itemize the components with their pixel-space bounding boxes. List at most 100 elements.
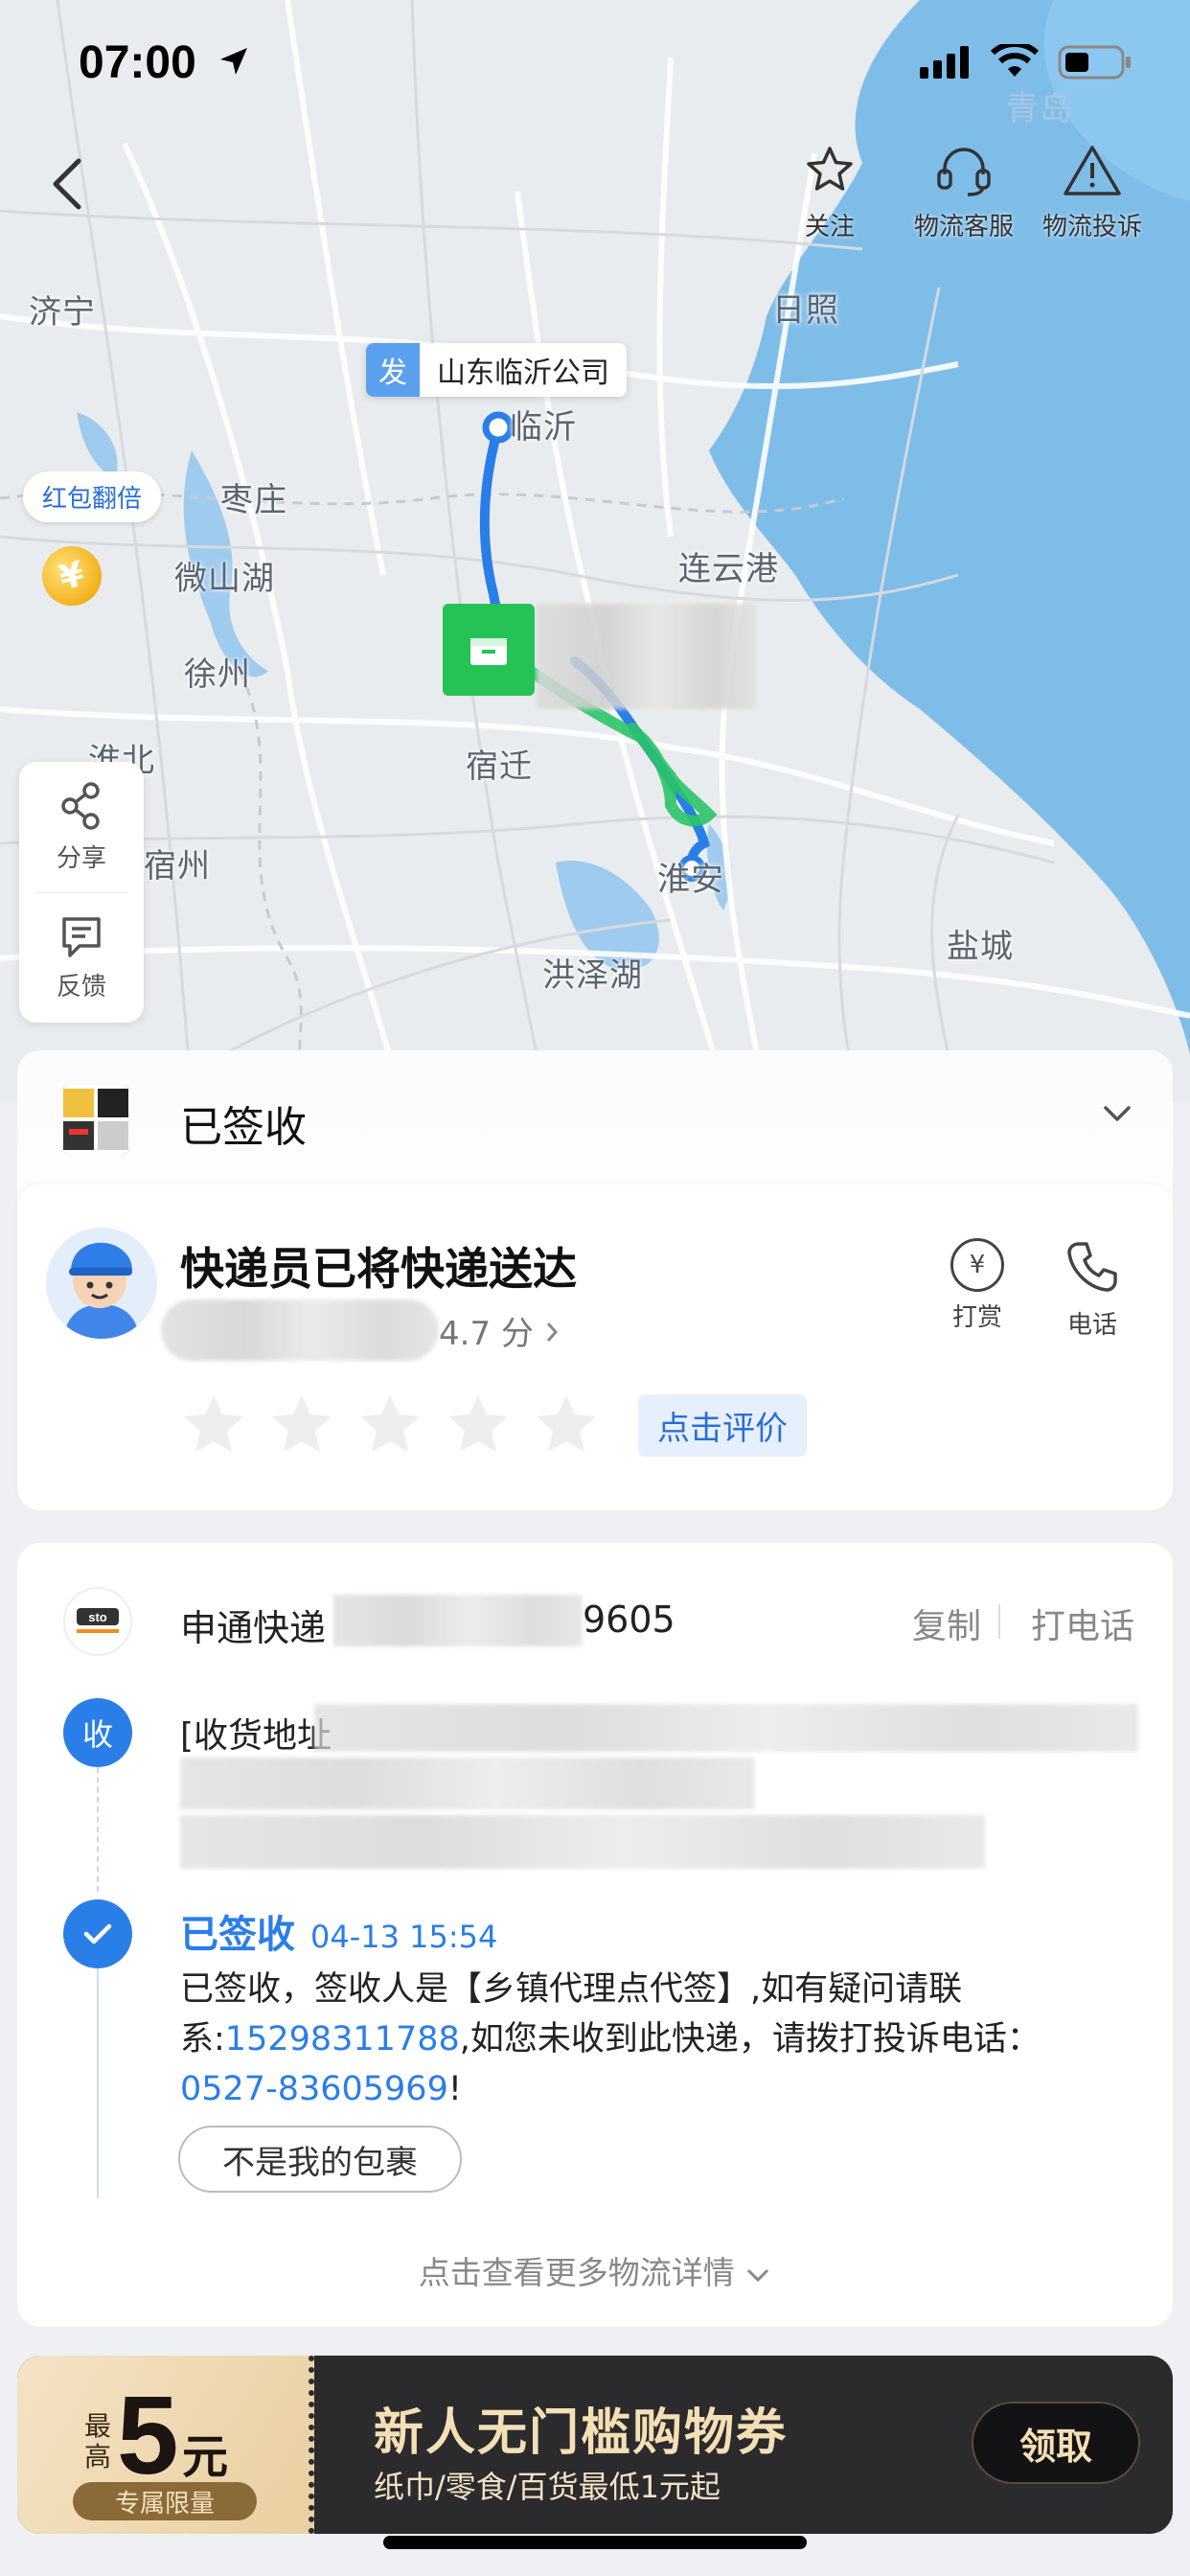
feedback-button[interactable]: 反馈: [19, 893, 144, 1024]
map-city-label: 连云港: [678, 550, 779, 588]
parcel-icon: [470, 638, 507, 665]
follow-button[interactable]: 关注: [803, 144, 857, 242]
yuan-circle-icon: ¥: [950, 1238, 1004, 1292]
receive-node: 收: [63, 1698, 132, 1767]
rating-star-icon[interactable]: [180, 1392, 247, 1459]
redacted-tracking-number: [333, 1595, 583, 1646]
claim-coupon-button[interactable]: 领取: [972, 2402, 1140, 2484]
divider: [998, 1604, 1000, 1639]
redacted-address: [314, 1704, 1138, 1752]
share-icon: [61, 781, 100, 830]
timeline-connector: [97, 1767, 99, 1892]
star-outline-icon: [807, 147, 853, 191]
rating-star-icon[interactable]: [356, 1392, 423, 1459]
side-toolbar: 分享 反馈: [19, 762, 144, 1023]
hongbao-badge[interactable]: 红包翻倍: [23, 472, 162, 522]
event-description: 已签收，签收人是【乡镇代理点代签】,如有疑问请联系:15298311788,如您…: [180, 1965, 1100, 2114]
more-details-link[interactable]: 点击查看更多物流详情: [17, 2247, 1173, 2293]
call-carrier-button[interactable]: 打电话: [1031, 1598, 1134, 1648]
check-icon: [83, 1923, 112, 1944]
redacted-address: [180, 1815, 985, 1869]
map-city-label: 宿迁: [466, 748, 533, 786]
delivery-status-card: 已签收 快递员已将快递送达 4.7 分 ¥ 打赏 电话 点击评价: [17, 1050, 1173, 1510]
tracking-card: sto 申通快递 9605 复制 打电话 收 [收货地址 已签收 04-13 1…: [17, 1543, 1173, 2327]
location-arrow-icon: [220, 48, 247, 75]
redacted-courier-name: [161, 1300, 439, 1361]
call-courier-button[interactable]: 电话: [1064, 1238, 1121, 1341]
contact-phone-link[interactable]: 15298311788: [225, 2020, 460, 2058]
event-text: !: [447, 2070, 462, 2108]
coupon-max-label: 最高: [84, 2410, 112, 2472]
event-time: 04-13 15:54: [310, 1919, 498, 1955]
wifi-icon: [991, 44, 1039, 77]
map-city-label: 盐城: [947, 928, 1014, 966]
tip-label: 打赏: [951, 1303, 1002, 1332]
courier-headline: 快递员已将快递送达: [180, 1243, 577, 1295]
courier-rating[interactable]: 4.7 分: [439, 1307, 560, 1354]
map-city-label: 洪泽湖: [542, 956, 643, 995]
more-details-label: 点击查看更多物流详情: [418, 2254, 735, 2291]
logistics-service-button[interactable]: 物流客服: [914, 144, 1014, 242]
rating-star-icon[interactable]: [445, 1392, 512, 1459]
feedback-icon: [62, 916, 101, 957]
tip-button[interactable]: ¥ 打赏: [950, 1238, 1004, 1333]
timeline-connector: [97, 1968, 99, 2198]
complaint-phone-link[interactable]: 0527-83605969: [180, 2070, 448, 2108]
map-city-label: 济宁: [29, 293, 96, 332]
map-city-label: 临沂: [510, 408, 577, 447]
rating-star-icon[interactable]: [268, 1392, 335, 1459]
home-indicator[interactable]: [383, 2536, 807, 2549]
feedback-label: 反馈: [56, 972, 106, 1001]
event-header: 已签收 04-13 15:54: [180, 1903, 497, 1959]
follow-label: 关注: [804, 213, 855, 242]
rating-star-icon[interactable]: [533, 1392, 600, 1459]
rate-courier-button[interactable]: 点击评价: [638, 1393, 807, 1457]
origin-pin[interactable]: 发 山东临沂公司: [366, 343, 627, 397]
phone-icon: [1067, 1242, 1117, 1292]
chevron-down-icon: [747, 2268, 769, 2283]
origin-name: 山东临沂公司: [420, 343, 627, 397]
coupon-amount: 5: [117, 2373, 179, 2497]
copy-button[interactable]: 复制: [912, 1598, 981, 1648]
share-label: 分享: [56, 843, 106, 873]
redacted-location: [537, 604, 757, 709]
signed-check-node: [63, 1899, 132, 1968]
clock: 07:00: [79, 37, 196, 88]
complaint-label: 物流投诉: [1042, 213, 1143, 242]
svg-text:sto: sto: [88, 1610, 107, 1624]
warning-icon: [1064, 146, 1121, 196]
map-city-label: 日照: [772, 291, 839, 330]
coupon-perforation: [309, 2356, 314, 2534]
back-button[interactable]: [48, 155, 105, 222]
cellular-signal-icon: [920, 46, 969, 79]
coupon-tag: 专属限量: [73, 2482, 257, 2520]
map-city-label: 徐州: [184, 656, 251, 694]
origin-tag: 发: [366, 343, 420, 397]
tracking-number-tail: 9605: [583, 1598, 675, 1641]
map-city-label: 宿州: [144, 847, 211, 886]
map-city-label: 淮安: [657, 861, 724, 899]
courier-avatar: [46, 1228, 157, 1339]
share-button[interactable]: 分享: [19, 762, 144, 892]
logistics-complaint-button[interactable]: 物流投诉: [1042, 144, 1142, 242]
status-header[interactable]: 已签收: [17, 1050, 1173, 1184]
coupon-subtitle: 纸巾/零食/百货最低1元起: [374, 2469, 721, 2505]
coupon-banner[interactable]: 最高 5 元 专属限量 新人无门槛购物券 纸巾/零食/百货最低1元起 领取: [17, 2356, 1173, 2534]
status-title: 已签收: [180, 1103, 307, 1152]
courier-location-marker[interactable]: [443, 604, 535, 696]
carrier-name: 申通快递: [180, 1607, 327, 1649]
carrier-logo: sto: [63, 1587, 132, 1656]
map-city-label: 枣庄: [220, 481, 287, 519]
chevron-right-icon: [546, 1322, 558, 1342]
coupon-title: 新人无门槛购物券: [374, 2404, 789, 2462]
headset-icon: [937, 148, 991, 196]
event-title: 已签收: [180, 1913, 295, 1957]
chevron-down-icon[interactable]: [1102, 1104, 1133, 1123]
service-label: 物流客服: [914, 213, 1015, 242]
map-city-label: 微山湖: [174, 560, 275, 598]
rating-value: 4.7 分: [439, 1315, 534, 1353]
event-text: ,如您未收到此快递，请拨打投诉电话：: [459, 2020, 1041, 2058]
battery-icon: [1058, 45, 1131, 80]
not-my-package-button[interactable]: 不是我的包裹: [178, 2126, 462, 2193]
coupon-value-panel: 最高 5 元 专属限量: [17, 2356, 314, 2534]
